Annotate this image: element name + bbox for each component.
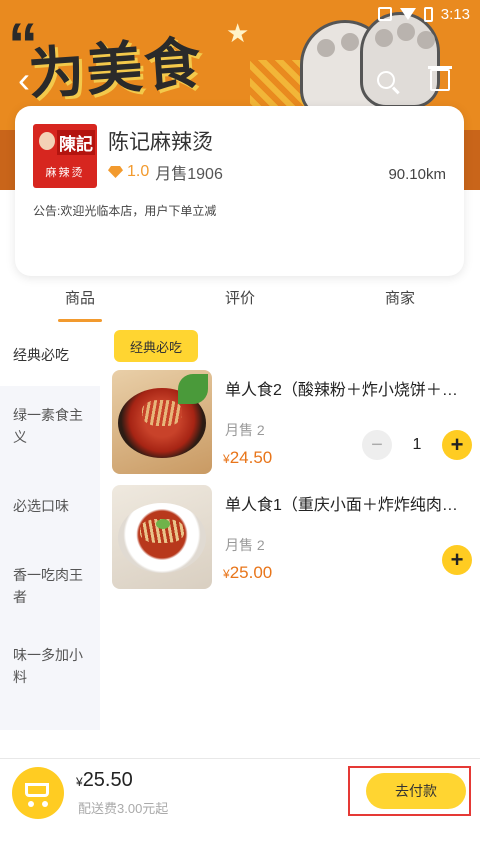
quantity-stepper: − 1 + (362, 430, 472, 460)
search-button[interactable] (368, 62, 404, 98)
sidebar-item-vegetarian[interactable]: 绿一素食主义 (0, 386, 100, 466)
pay-button[interactable]: 去付款 (366, 773, 466, 809)
plus-icon: + (450, 547, 464, 572)
store-distance: 90.10km (388, 166, 446, 183)
product-price-value: 24.50 (229, 448, 273, 467)
currency-symbol: ¥ (223, 452, 230, 466)
shopping-bag-icon (428, 66, 452, 91)
logo-face (39, 132, 55, 150)
notification-icon (377, 7, 392, 21)
product-item[interactable]: 单人食2（酸辣粉＋炸小烧饼＋… 月售 2 ¥24.50 − 1 + (112, 370, 472, 474)
logo-brand: 陳記 (57, 130, 95, 155)
product-name: 单人食2（酸辣粉＋炸小烧饼＋… (225, 382, 458, 399)
cart-button[interactable] (12, 767, 64, 819)
sidebar-item-classics[interactable]: 经典必吃 (0, 324, 100, 386)
product-name: 单人食1（重庆小面＋炸炸纯肉… (225, 497, 458, 514)
product-sales: 月售 2 (225, 422, 265, 438)
back-button[interactable]: ‹ (6, 59, 42, 100)
currency-symbol: ¥ (76, 775, 83, 789)
search-icon (377, 71, 395, 89)
store-page: “ 为美食 ★ 3:13 ‹ 陳記 麻辣烫 陈记麻辣烫 1.0 月售1906 9… (0, 0, 480, 854)
store-monthly-sales: 月售1906 (155, 166, 223, 183)
minus-icon: − (371, 433, 383, 456)
product-sales: 月售 2 (225, 537, 265, 553)
cart-icon (25, 783, 49, 797)
category-title-pill: 经典必吃 (114, 330, 198, 362)
shopping-list-button[interactable] (422, 62, 458, 98)
store-name: 陈记麻辣烫 (108, 131, 213, 154)
store-rating-row: 1.0 月售1906 (108, 160, 223, 184)
tab-products[interactable]: 商品 (0, 284, 160, 324)
status-bar: 3:13 (377, 0, 480, 28)
tab-reviews[interactable]: 评价 (160, 284, 320, 324)
sidebar-item-extras[interactable]: 味一多加小料 (0, 626, 100, 706)
product-item[interactable]: 单人食1（重庆小面＋炸炸纯肉… 月售 2 ¥25.00 + (112, 485, 472, 589)
category-sidebar: 经典必吃 绿一素食主义 必选口味 香一吃肉王者 味一多加小料 (0, 324, 100, 730)
star-icon: ★ (226, 18, 250, 48)
product-price-value: 25.00 (229, 563, 273, 582)
cart-total-value: 25.50 (82, 769, 133, 791)
sidebar-item-flavor[interactable]: 必选口味 (0, 466, 100, 546)
diamond-icon (108, 166, 123, 178)
quantity-stepper: + (442, 545, 472, 575)
chevron-left-icon: ‹ (18, 59, 30, 100)
store-rating: 1.0 (127, 163, 150, 180)
delivery-fee: 配送费3.00元起 (78, 801, 169, 816)
product-image (112, 485, 212, 589)
wifi-icon (399, 8, 416, 20)
plus-icon: + (450, 432, 464, 457)
product-image (112, 370, 212, 474)
store-notice: 公告:欢迎光临本店，用户下单立减 (33, 204, 217, 218)
increase-button[interactable]: + (442, 430, 472, 460)
store-tabs: 商品 评价 商家 (0, 284, 480, 324)
decrease-button[interactable]: − (362, 430, 392, 460)
status-time: 3:13 (440, 5, 470, 23)
battery-icon (423, 6, 433, 22)
store-info-card: 陳記 麻辣烫 陈记麻辣烫 1.0 月售1906 90.10km 公告:欢迎光临本… (15, 106, 464, 276)
checkout-bar: ¥25.50 配送费3.00元起 去付款 (0, 758, 480, 830)
logo-subtitle: 麻辣烫 (45, 167, 85, 179)
tab-merchant[interactable]: 商家 (320, 284, 480, 324)
banner-slogan: 为美食 (26, 30, 205, 106)
sidebar-item-meat[interactable]: 香一吃肉王者 (0, 546, 100, 626)
product-price: ¥24.50 (223, 448, 272, 468)
increase-button[interactable]: + (442, 545, 472, 575)
currency-symbol: ¥ (223, 567, 230, 581)
product-price: ¥25.00 (223, 563, 272, 583)
cart-total: ¥25.50 (76, 769, 133, 792)
quantity-value: 1 (412, 436, 422, 453)
store-logo: 陳記 麻辣烫 (33, 124, 97, 188)
